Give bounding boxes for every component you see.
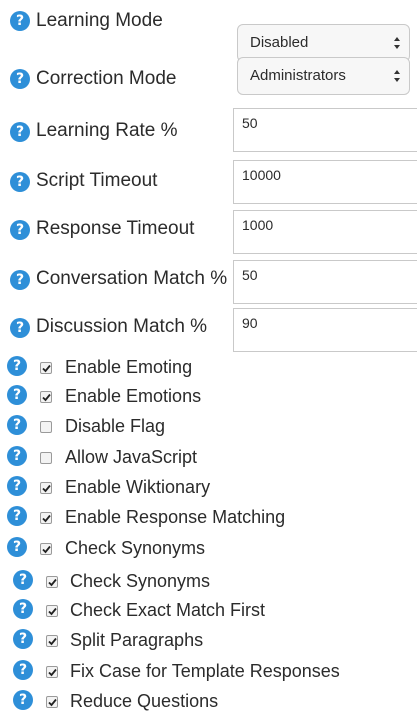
response-timeout-label: Response Timeout [36,218,195,239]
response-timeout-input[interactable]: 1000 [233,210,417,254]
help-icon[interactable]: ? [10,122,30,142]
help-icon[interactable]: ? [7,506,27,526]
checkmark-icon [42,484,51,493]
checkbox[interactable] [40,482,52,494]
help-icon[interactable]: ? [7,476,27,496]
checkbox[interactable] [40,391,52,403]
checkmark-icon [42,514,51,523]
correction-mode-label: Correction Mode [36,68,177,89]
checkbox-label: Reduce Questions [70,691,219,711]
correction-mode-value: Administrators [250,67,346,84]
correction-mode-select[interactable]: Administrators [237,57,410,95]
checkbox-label: Check Exact Match First [70,600,266,620]
learning-rate-input[interactable]: 50 [233,108,417,152]
help-icon[interactable]: ? [10,11,30,31]
learning-rate-label: Learning Rate % [36,120,178,141]
checkbox-label: Enable Emoting [65,357,193,377]
select-arrows-icon [393,67,401,85]
checkbox[interactable] [46,576,58,588]
checkbox[interactable] [40,452,52,464]
checkbox-label: Split Paragraphs [70,630,204,650]
select-arrows-icon [393,34,401,52]
checkbox[interactable] [46,605,58,617]
help-icon[interactable]: ? [13,570,33,590]
help-icon[interactable]: ? [10,220,30,240]
discussion-match-label: Discussion Match % [36,316,208,337]
checkbox-label: Check Synonyms [70,571,211,591]
checkbox-label: Fix Case for Template Responses [70,661,340,681]
checkmark-icon [48,637,57,646]
checkbox-label: Enable Response Matching [65,507,286,527]
help-icon[interactable]: ? [7,446,27,466]
learning-mode-label: Learning Mode [36,10,163,31]
checkbox-label: Check Synonyms [65,538,206,558]
help-icon[interactable]: ? [10,172,30,192]
checkmark-icon [48,668,57,677]
help-icon[interactable]: ? [7,356,27,376]
help-icon[interactable]: ? [13,599,33,619]
learning-mode-value: Disabled [250,34,309,51]
checkbox[interactable] [46,666,58,678]
help-icon[interactable]: ? [10,318,30,338]
checkbox[interactable] [46,635,58,647]
help-icon[interactable]: ? [10,270,30,290]
help-icon[interactable]: ? [13,660,33,680]
help-icon[interactable]: ? [7,385,27,405]
checkbox[interactable] [40,362,52,374]
script-timeout-input[interactable]: 10000 [233,160,417,204]
conversation-match-input[interactable]: 50 [233,260,417,304]
checkmark-icon [48,698,57,707]
checkmark-icon [42,545,51,554]
checkbox-label: Enable Emotions [65,386,202,406]
help-icon[interactable]: ? [7,415,27,435]
checkbox-label: Enable Wiktionary [65,477,211,497]
checkbox[interactable] [46,696,58,708]
checkbox[interactable] [40,512,52,524]
checkmark-icon [42,393,51,402]
checkbox-label: Allow JavaScript [65,447,198,467]
checkmark-icon [48,578,57,587]
help-icon[interactable]: ? [13,690,33,710]
discussion-match-input[interactable]: 90 [233,308,417,352]
help-icon[interactable]: ? [7,537,27,557]
script-timeout-label: Script Timeout [36,170,158,191]
conversation-match-label: Conversation Match % [36,268,228,289]
help-icon[interactable]: ? [10,69,30,89]
checkmark-icon [48,607,57,616]
checkbox-label: Disable Flag [65,416,166,436]
checkbox[interactable] [40,543,52,555]
checkmark-icon [42,364,51,373]
checkbox[interactable] [40,421,52,433]
help-icon[interactable]: ? [13,629,33,649]
